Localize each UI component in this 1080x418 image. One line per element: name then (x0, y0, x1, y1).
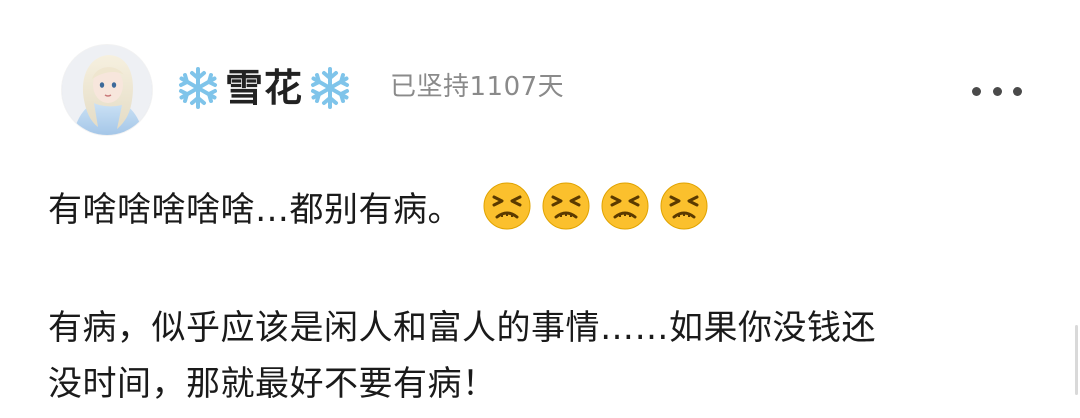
streak-days: 已坚持1107天 (390, 72, 565, 102)
post-paragraph-2: 有病，似乎应该是闲人和富人的事情……如果你没钱还 没时间，那就最好不要有病！ (48, 300, 1038, 412)
author-name[interactable]: 雪花 (225, 65, 303, 111)
persevering-face-icon (542, 182, 590, 230)
more-dot (1013, 86, 1022, 96)
emoji-group (482, 181, 718, 231)
more-horizontal-icon[interactable] (972, 80, 1022, 102)
paragraph-line: 没时间，那就最好不要有病！ (48, 364, 497, 404)
paragraph-line: 有病，似乎应该是闲人和富人的事情……如果你没钱还 (48, 308, 876, 348)
scrollbar[interactable] (1075, 325, 1078, 395)
avatar[interactable] (62, 45, 152, 135)
author-row: 雪花 (175, 63, 353, 113)
avatar-illustration (62, 45, 152, 135)
more-dot (972, 86, 981, 96)
snowflake-icon (179, 67, 217, 109)
snowflake-icon (311, 67, 350, 109)
post-header: 雪花 已坚持1107天 (0, 0, 1080, 160)
post-text-line1: 有啥啥啥啥啥…都别有病。 (48, 178, 718, 234)
persevering-face-icon (483, 182, 531, 230)
more-dot (992, 86, 1002, 96)
persevering-face-icon (660, 182, 708, 230)
post-text: 有啥啥啥啥啥…都别有病。 (48, 189, 462, 230)
persevering-face-icon (601, 182, 649, 230)
